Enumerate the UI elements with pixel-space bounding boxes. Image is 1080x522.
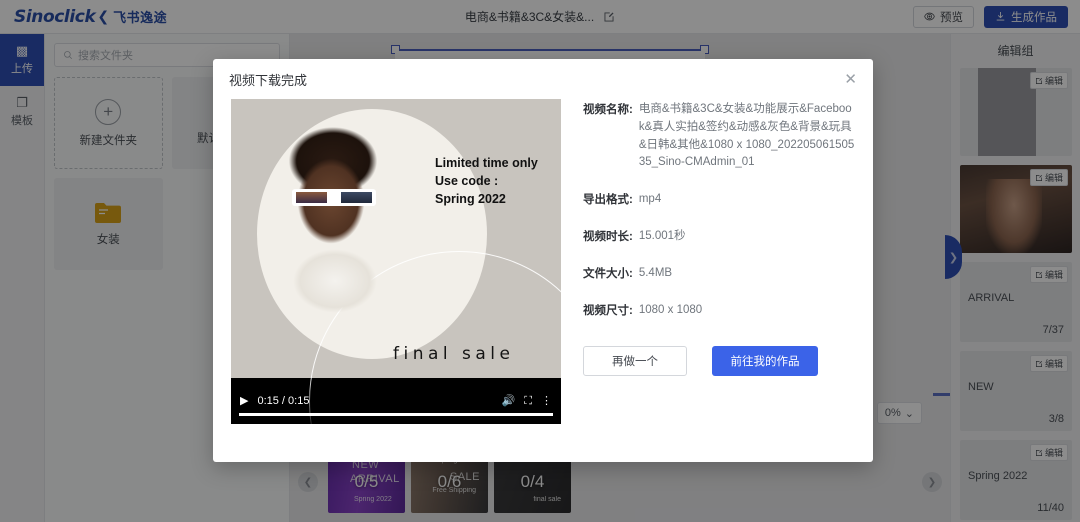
detail-row-format: 导出格式: mp4 [583,191,855,209]
make-another-button[interactable]: 再做一个 [583,345,687,376]
detail-value: 15.001秒 [638,230,686,243]
detail-row-dimensions: 视频尺寸: 1080 x 1080 [583,302,855,320]
detail-key: 视频尺寸: [583,304,633,317]
detail-value: 5.4MB [638,266,673,279]
fullscreen-icon[interactable]: ⛶ [524,395,532,407]
download-complete-dialog: 视频下载完成 ✕ Limited time only Use code : Sp… [213,59,873,462]
detail-row-duration: 视频时长: 15.001秒 [583,228,855,246]
app-root: Sinoclick ❮ 飞书逸途 电商&书籍&3C&女装&... 预览 生成作品… [0,0,1080,522]
poster-final-sale-text: final sale [393,344,515,364]
detail-row-filesize: 文件大小: 5.4MB [583,265,855,283]
detail-value: mp4 [638,193,662,206]
dialog-actions: 再做一个 前往我的作品 [583,345,855,376]
detail-value: 电商&书籍&3C&女装&功能展示&Facebook&真人实拍&签约&动感&灰色&… [638,103,855,169]
poster-headline-line1: Limited time only [435,156,538,170]
go-to-my-works-button[interactable]: 前往我的作品 [712,345,818,376]
sunglasses-shape [292,189,376,206]
dialog-title: 视频下载完成 [229,72,308,88]
detail-key: 文件大小: [583,267,633,280]
poster-headline-line2: Use code : [435,173,499,188]
close-icon[interactable]: ✕ [844,72,857,87]
volume-icon[interactable]: 🔊 [502,395,516,407]
detail-value: 1080 x 1080 [638,303,703,316]
detail-key: 视频时长: [583,231,633,244]
video-player[interactable]: Limited time only Use code : Spring 2022… [231,99,561,424]
model-photo [239,105,429,378]
player-controls: ▶ 0:15 / 0:15 🔊 ⛶ ⋮ [231,378,561,424]
poster-headline-line3: Spring 2022 [435,191,506,206]
detail-key: 导出格式: [583,194,633,207]
dialog-header: 视频下载完成 ✕ [213,59,873,99]
more-vertical-icon[interactable]: ⋮ [541,395,552,407]
player-progress-bar[interactable] [239,413,553,416]
play-icon[interactable]: ▶ [240,395,248,407]
video-poster: Limited time only Use code : Spring 2022… [231,99,561,424]
detail-key: 视频名称: [583,104,633,116]
dialog-body: Limited time only Use code : Spring 2022… [213,99,873,424]
player-time: 0:15 / 0:15 [257,395,310,407]
video-details: 视频名称: 电商&书籍&3C&女装&功能展示&Facebook&真人实拍&签约&… [583,99,855,424]
poster-headline: Limited time only Use code : Spring 2022 [435,155,538,208]
detail-row-name: 视频名称: 电商&书籍&3C&女装&功能展示&Facebook&真人实拍&签约&… [583,101,855,172]
